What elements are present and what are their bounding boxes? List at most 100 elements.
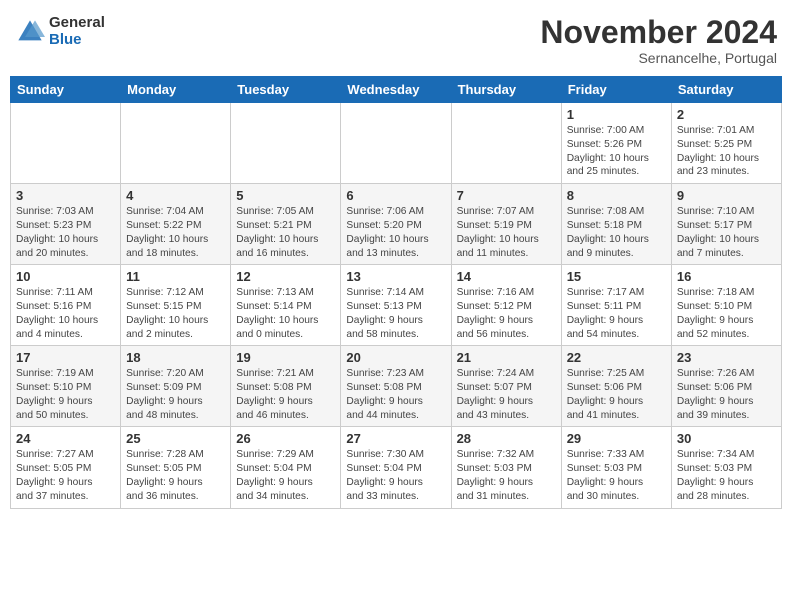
day-number: 2 — [677, 107, 776, 122]
weekday-header-wednesday: Wednesday — [341, 77, 451, 103]
day-info: Sunrise: 7:34 AM Sunset: 5:03 PM Dayligh… — [677, 448, 776, 503]
day-info: Sunrise: 7:27 AM Sunset: 5:05 PM Dayligh… — [16, 448, 115, 503]
day-info: Sunrise: 7:11 AM Sunset: 5:16 PM Dayligh… — [16, 286, 115, 341]
day-info: Sunrise: 7:28 AM Sunset: 5:05 PM Dayligh… — [126, 448, 225, 503]
location: Sernancelhe, Portugal — [540, 50, 777, 66]
day-info: Sunrise: 7:21 AM Sunset: 5:08 PM Dayligh… — [236, 367, 335, 422]
day-number: 30 — [677, 431, 776, 446]
day-number: 22 — [567, 350, 666, 365]
calendar-cell: 6 Sunrise: 7:06 AM Sunset: 5:20 PM Daylig… — [341, 184, 451, 265]
day-info: Sunrise: 7:12 AM Sunset: 5:15 PM Dayligh… — [126, 286, 225, 341]
day-number: 12 — [236, 269, 335, 284]
calendar-cell: 11 Sunrise: 7:12 AM Sunset: 5:15 PM Dayli… — [121, 265, 231, 346]
calendar-cell: 25 Sunrise: 7:28 AM Sunset: 5:05 PM Dayli… — [121, 427, 231, 508]
calendar-table: SundayMondayTuesdayWednesdayThursdayFrid… — [10, 76, 782, 508]
day-info: Sunrise: 7:05 AM Sunset: 5:21 PM Dayligh… — [236, 205, 335, 260]
day-number: 20 — [346, 350, 445, 365]
calendar-cell: 15Sunrise: 7:17 AM Sunset: 5:11 PM Dayli… — [561, 265, 671, 346]
day-number: 19 — [236, 350, 335, 365]
day-number: 10 — [16, 269, 115, 284]
day-number: 28 — [457, 431, 556, 446]
calendar-cell: 28 Sunrise: 7:32 AM Sunset: 5:03 PM Dayli… — [451, 427, 561, 508]
day-number: 6 — [346, 188, 445, 203]
day-info: Sunrise: 7:03 AM Sunset: 5:23 PM Dayligh… — [16, 205, 115, 260]
day-number: 17 — [16, 350, 115, 365]
calendar-cell: 4 Sunrise: 7:04 AM Sunset: 5:22 PM Daylig… — [121, 184, 231, 265]
day-info: Sunrise: 7:14 AM Sunset: 5:13 PM Dayligh… — [346, 286, 445, 341]
day-info: Sunrise: 7:29 AM Sunset: 5:04 PM Dayligh… — [236, 448, 335, 503]
day-info: Sunrise: 7:07 AM Sunset: 5:19 PM Dayligh… — [457, 205, 556, 260]
day-info: Sunrise: 7:13 AM Sunset: 5:14 PM Dayligh… — [236, 286, 335, 341]
day-number: 24 — [16, 431, 115, 446]
calendar-cell: 8Sunrise: 7:08 AM Sunset: 5:18 PM Daylig… — [561, 184, 671, 265]
day-number: 15 — [567, 269, 666, 284]
logo-text: General Blue — [49, 15, 105, 48]
day-number: 26 — [236, 431, 335, 446]
calendar-cell — [341, 103, 451, 184]
calendar-cell — [11, 103, 121, 184]
calendar-cell: 24 Sunrise: 7:27 AM Sunset: 5:05 PM Dayli… — [11, 427, 121, 508]
calendar-week-row: 10 Sunrise: 7:11 AM Sunset: 5:16 PM Dayli… — [11, 265, 782, 346]
day-info: Sunrise: 7:16 AM Sunset: 5:12 PM Dayligh… — [457, 286, 556, 341]
day-number: 21 — [457, 350, 556, 365]
day-number: 8 — [567, 188, 666, 203]
day-info: Sunrise: 7:19 AM Sunset: 5:10 PM Dayligh… — [16, 367, 115, 422]
calendar-cell: 27 Sunrise: 7:30 AM Sunset: 5:04 PM Dayli… — [341, 427, 451, 508]
day-number: 27 — [346, 431, 445, 446]
day-info: Sunrise: 7:32 AM Sunset: 5:03 PM Dayligh… — [457, 448, 556, 503]
day-info: Sunrise: 7:30 AM Sunset: 5:04 PM Dayligh… — [346, 448, 445, 503]
logo-general: General — [49, 15, 105, 32]
weekday-header-row: SundayMondayTuesdayWednesdayThursdayFrid… — [11, 77, 782, 103]
calendar-cell: 20 Sunrise: 7:23 AM Sunset: 5:08 PM Dayli… — [341, 346, 451, 427]
day-info: Sunrise: 7:26 AM Sunset: 5:06 PM Dayligh… — [677, 367, 776, 422]
day-info: Sunrise: 7:20 AM Sunset: 5:09 PM Dayligh… — [126, 367, 225, 422]
calendar-cell: 16 Sunrise: 7:18 AM Sunset: 5:10 PM Dayli… — [671, 265, 781, 346]
weekday-header-thursday: Thursday — [451, 77, 561, 103]
calendar-cell: 3 Sunrise: 7:03 AM Sunset: 5:23 PM Daylig… — [11, 184, 121, 265]
day-info: Sunrise: 7:10 AM Sunset: 5:17 PM Dayligh… — [677, 205, 776, 260]
day-info: Sunrise: 7:23 AM Sunset: 5:08 PM Dayligh… — [346, 367, 445, 422]
day-info: Sunrise: 7:24 AM Sunset: 5:07 PM Dayligh… — [457, 367, 556, 422]
calendar-cell: 26 Sunrise: 7:29 AM Sunset: 5:04 PM Dayli… — [231, 427, 341, 508]
day-info: Sunrise: 7:33 AM Sunset: 5:03 PM Dayligh… — [567, 448, 666, 503]
calendar-cell: 29 Sunrise: 7:33 AM Sunset: 5:03 PM Dayli… — [561, 427, 671, 508]
day-number: 13 — [346, 269, 445, 284]
day-number: 9 — [677, 188, 776, 203]
day-number: 29 — [567, 431, 666, 446]
calendar-cell — [231, 103, 341, 184]
logo: General Blue — [15, 15, 105, 48]
calendar-cell — [121, 103, 231, 184]
day-number: 25 — [126, 431, 225, 446]
day-number: 4 — [126, 188, 225, 203]
weekday-header-friday: Friday — [561, 77, 671, 103]
day-number: 11 — [126, 269, 225, 284]
day-number: 16 — [677, 269, 776, 284]
calendar-cell: 2 Sunrise: 7:01 AM Sunset: 5:25 PM Daylig… — [671, 103, 781, 184]
calendar-cell: 12 Sunrise: 7:13 AM Sunset: 5:14 PM Dayli… — [231, 265, 341, 346]
calendar-cell: 19 Sunrise: 7:21 AM Sunset: 5:08 PM Dayli… — [231, 346, 341, 427]
calendar-cell: 22 Sunrise: 7:25 AM Sunset: 5:06 PM Dayli… — [561, 346, 671, 427]
logo-icon — [15, 17, 45, 47]
day-number: 23 — [677, 350, 776, 365]
day-info: Sunrise: 7:25 AM Sunset: 5:06 PM Dayligh… — [567, 367, 666, 422]
day-number: 3 — [16, 188, 115, 203]
day-number: 18 — [126, 350, 225, 365]
calendar-cell: 10 Sunrise: 7:11 AM Sunset: 5:16 PM Dayli… — [11, 265, 121, 346]
title-block: November 2024 Sernancelhe, Portugal — [540, 15, 777, 66]
calendar-week-row: 1Sunrise: 7:00 AM Sunset: 5:26 PM Daylig… — [11, 103, 782, 184]
weekday-header-monday: Monday — [121, 77, 231, 103]
calendar-cell: 13 Sunrise: 7:14 AM Sunset: 5:13 PM Dayli… — [341, 265, 451, 346]
day-number: 7 — [457, 188, 556, 203]
calendar-cell: 9 Sunrise: 7:10 AM Sunset: 5:17 PM Daylig… — [671, 184, 781, 265]
calendar-cell: 17 Sunrise: 7:19 AM Sunset: 5:10 PM Dayli… — [11, 346, 121, 427]
day-info: Sunrise: 7:04 AM Sunset: 5:22 PM Dayligh… — [126, 205, 225, 260]
day-info: Sunrise: 7:18 AM Sunset: 5:10 PM Dayligh… — [677, 286, 776, 341]
weekday-header-sunday: Sunday — [11, 77, 121, 103]
calendar-week-row: 24 Sunrise: 7:27 AM Sunset: 5:05 PM Dayli… — [11, 427, 782, 508]
day-info: Sunrise: 7:01 AM Sunset: 5:25 PM Dayligh… — [677, 124, 776, 179]
calendar-cell: 14Sunrise: 7:16 AM Sunset: 5:12 PM Dayli… — [451, 265, 561, 346]
logo-blue: Blue — [49, 32, 105, 49]
calendar-cell: 21 Sunrise: 7:24 AM Sunset: 5:07 PM Dayli… — [451, 346, 561, 427]
calendar-cell — [451, 103, 561, 184]
day-info: Sunrise: 7:06 AM Sunset: 5:20 PM Dayligh… — [346, 205, 445, 260]
